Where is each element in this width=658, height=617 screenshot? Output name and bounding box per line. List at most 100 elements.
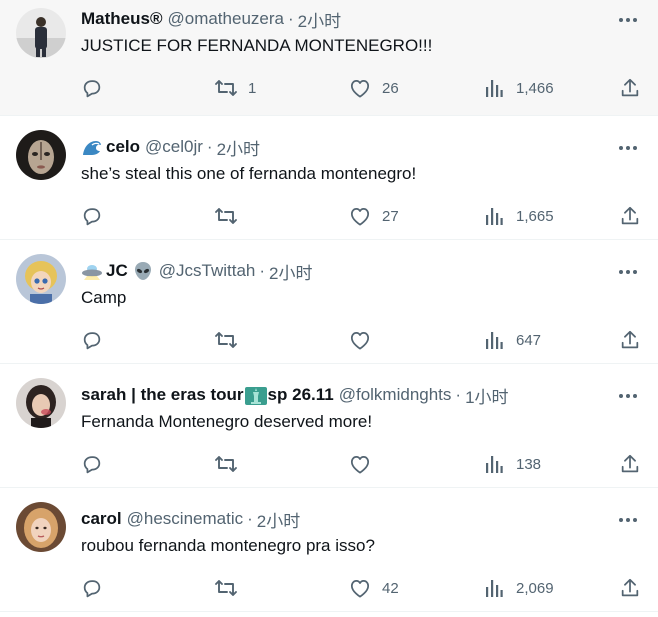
separator-dot: · (287, 9, 294, 28)
timestamp[interactable]: 2小时 (298, 7, 341, 32)
display-name[interactable]: sarah | the eras tour (81, 385, 244, 405)
more-options-button[interactable] (616, 136, 640, 160)
retweet-icon (214, 452, 238, 476)
separator-dot: · (247, 509, 253, 528)
retweet-button[interactable] (214, 575, 248, 601)
heart-icon (348, 328, 372, 352)
share-button[interactable] (618, 75, 642, 101)
timeline-feed: Matheus® @omatheuzera · 2小时 JUSTICE FOR … (0, 0, 658, 617)
view-count: 138 (516, 455, 542, 473)
reply-button[interactable] (80, 451, 114, 477)
heart-icon (348, 204, 372, 228)
share-button[interactable] (618, 575, 642, 601)
action-bar: 42 2,069 (80, 575, 642, 601)
views-button[interactable]: 1,466 (482, 75, 554, 101)
retweet-count: 1 (248, 79, 257, 97)
tweet-text: roubou fernanda montenegro pra isso? (81, 536, 375, 555)
display-name[interactable]: JC (106, 261, 128, 281)
reply-button[interactable] (80, 203, 114, 229)
display-name-suffix[interactable]: sp 26.11 (268, 385, 334, 405)
reply-icon (80, 204, 104, 228)
handle[interactable]: @JcsTwittah (159, 261, 256, 281)
timestamp[interactable]: 2小时 (257, 507, 300, 532)
share-button[interactable] (618, 327, 642, 353)
tweet[interactable]: JC @JcsTwittah · 2小时 Camp 647 (0, 240, 658, 364)
share-button[interactable] (618, 203, 642, 229)
wave-icon (81, 137, 103, 157)
share-icon (618, 204, 642, 228)
like-button[interactable] (348, 327, 382, 353)
heart-icon (348, 76, 372, 100)
share-icon (618, 452, 642, 476)
reply-button[interactable] (80, 575, 114, 601)
views-button[interactable]: 2,069 (482, 575, 554, 601)
analytics-icon (482, 328, 506, 352)
views-button[interactable]: 1,665 (482, 203, 554, 229)
tweet-text: Fernanda Montenegro deserved more! (81, 412, 373, 431)
handle[interactable]: @hescinematic (127, 509, 243, 529)
retweet-icon (214, 204, 238, 228)
handle[interactable]: @cel0jr (145, 137, 203, 157)
more-options-button[interactable] (616, 260, 640, 284)
tweet-header: JC @JcsTwittah · 2小时 (81, 259, 608, 284)
display-name[interactable]: celo (106, 137, 140, 157)
analytics-icon (482, 76, 506, 100)
tweet-text: JUSTICE FOR FERNANDA MONTENEGRO!!! (81, 36, 433, 55)
timestamp[interactable]: 2小时 (217, 135, 260, 160)
more-options-button[interactable] (616, 8, 640, 32)
tweet[interactable]: carol @hescinematic · 2小时 roubou fernand… (0, 488, 658, 612)
like-button[interactable]: 42 (348, 575, 399, 601)
reply-icon (80, 576, 104, 600)
action-bar: 138 (80, 451, 642, 477)
avatar[interactable] (16, 8, 66, 58)
view-count: 2,069 (516, 579, 554, 597)
handle[interactable]: @omatheuzera (167, 9, 284, 29)
reply-icon (80, 452, 104, 476)
like-count: 27 (382, 207, 399, 225)
timestamp[interactable]: 2小时 (269, 259, 312, 284)
views-button[interactable]: 647 (482, 327, 541, 353)
like-count: 26 (382, 79, 399, 97)
like-button[interactable]: 26 (348, 75, 399, 101)
display-name[interactable]: carol (81, 509, 122, 529)
like-button[interactable] (348, 451, 382, 477)
handle[interactable]: @folkmidnghts (339, 385, 452, 405)
view-count: 1,466 (516, 79, 554, 97)
tweet[interactable]: Matheus® @omatheuzera · 2小时 JUSTICE FOR … (0, 0, 658, 116)
share-button[interactable] (618, 451, 642, 477)
action-bar: 27 1,665 (80, 203, 642, 229)
view-count: 1,665 (516, 207, 554, 225)
tweet[interactable]: sarah | the eras tour sp 26.11 @folkmidn… (0, 364, 658, 488)
retweet-button[interactable] (214, 203, 248, 229)
avatar[interactable] (16, 502, 66, 552)
like-button[interactable]: 27 (348, 203, 399, 229)
avatar[interactable] (16, 378, 66, 428)
reply-button[interactable] (80, 327, 114, 353)
separator-dot: · (455, 385, 462, 404)
retweet-button[interactable] (214, 451, 248, 477)
timestamp[interactable]: 1小时 (465, 383, 508, 408)
retweet-button[interactable]: 1 (214, 75, 256, 101)
more-icon (619, 270, 637, 274)
tweet-header: Matheus® @omatheuzera · 2小时 (81, 7, 608, 32)
tweet[interactable]: celo @cel0jr · 2小时 she’s steal this one … (0, 116, 658, 240)
more-options-button[interactable] (616, 508, 640, 532)
tweet-header: celo @cel0jr · 2小时 (81, 135, 608, 160)
heart-icon (348, 576, 372, 600)
analytics-icon (482, 576, 506, 600)
share-icon (618, 576, 642, 600)
view-count: 647 (516, 331, 542, 349)
more-icon (619, 18, 637, 22)
display-name[interactable]: Matheus® (81, 9, 162, 29)
tweet-header: carol @hescinematic · 2小时 (81, 507, 608, 532)
retweet-icon (214, 576, 238, 600)
more-icon (619, 518, 637, 522)
retweet-button[interactable] (214, 327, 248, 353)
retweet-icon (214, 328, 238, 352)
avatar[interactable] (16, 130, 66, 180)
more-options-button[interactable] (616, 384, 640, 408)
reply-button[interactable] (80, 75, 114, 101)
views-button[interactable]: 138 (482, 451, 541, 477)
separator-dot: · (206, 137, 213, 156)
avatar[interactable] (16, 254, 66, 304)
